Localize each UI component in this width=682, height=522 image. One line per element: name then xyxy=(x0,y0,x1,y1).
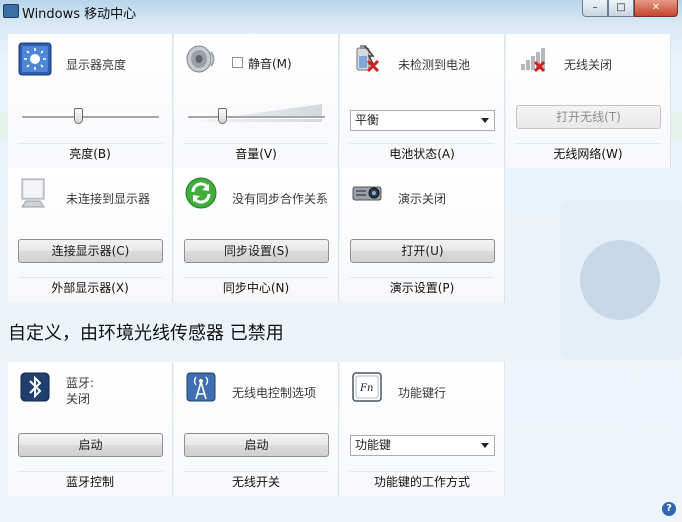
projector-icon[interactable] xyxy=(350,176,384,210)
brightness-title: 亮度(B) xyxy=(18,143,162,164)
volume-slider-thumb[interactable] xyxy=(217,108,227,124)
volume-title: 音量(V) xyxy=(184,143,328,164)
volume-slider-track[interactable] xyxy=(188,116,325,119)
tile-brightness: 显示器亮度 亮度(B) xyxy=(8,34,173,168)
bluetooth-label-line2: 关闭 xyxy=(66,392,91,406)
fn-key-icon[interactable]: Fn xyxy=(350,370,384,404)
close-button[interactable]: ✕ xyxy=(634,0,678,17)
tile-bluetooth: 蓝牙: 关闭 启动 蓝牙控制 xyxy=(8,362,173,496)
turn-on-wireless-button[interactable]: 打开无线(T) xyxy=(516,105,661,129)
radio-label: 无线电控制选项 xyxy=(232,386,317,400)
bluetooth-title: 蓝牙控制 xyxy=(18,471,162,492)
help-icon[interactable]: ? xyxy=(662,502,676,516)
sync-settings-button[interactable]: 同步设置(S) xyxy=(184,239,329,263)
power-plan-select[interactable]: 平衡 xyxy=(350,110,495,131)
wireless-title: 无线网络(W) xyxy=(516,143,660,164)
background-logo xyxy=(580,240,660,320)
radio-title: 无线开关 xyxy=(184,471,328,492)
tile-volume: 静音(M) 音量(V) xyxy=(174,34,339,168)
tile-battery: 未检测到电池 平衡 电池状态(A) xyxy=(340,34,505,168)
minimize-button[interactable]: – xyxy=(582,0,608,17)
tile-wireless: 无线关闭 打开无线(T) 无线网络(W) xyxy=(506,34,671,168)
brightness-icon[interactable] xyxy=(18,42,52,76)
window-title: Windows 移动中心 xyxy=(22,7,137,22)
fnkey-select-value: 功能键 xyxy=(355,438,392,452)
volume-wedge xyxy=(192,104,322,122)
tile-radio-switch: 无线电控制选项 启动 无线开关 xyxy=(174,362,339,496)
radio-tower-icon[interactable] xyxy=(184,370,218,404)
battery-title: 电池状态(A) xyxy=(350,143,494,164)
presentation-label: 演示关闭 xyxy=(398,192,447,206)
turn-on-presentation-button[interactable]: 打开(U) xyxy=(350,239,495,263)
monitor-icon[interactable] xyxy=(18,176,52,210)
mute-checkbox[interactable] xyxy=(232,57,243,68)
sync-label: 没有同步合作关系 xyxy=(232,192,329,206)
custom-section-heading: 自定义，由环境光线传感器 已禁用 xyxy=(8,323,284,344)
tile-external-display: 未连接到显示器 连接显示器(C) 外部显示器(X) xyxy=(8,168,173,302)
brightness-label: 显示器亮度 xyxy=(66,58,127,72)
radio-start-button[interactable]: 启动 xyxy=(184,433,329,457)
tile-function-keys: Fn 功能键行 功能键 功能键的工作方式 xyxy=(340,362,505,496)
brightness-slider-thumb[interactable] xyxy=(73,108,83,124)
battery-missing-icon[interactable] xyxy=(350,42,384,76)
fn-key-text: Fn xyxy=(359,383,373,394)
fnkey-select[interactable]: 功能键 xyxy=(350,435,495,456)
chevron-down-icon xyxy=(481,118,489,123)
tile-sync-center: 没有同步合作关系 同步设置(S) 同步中心(N) xyxy=(174,168,339,302)
app-icon xyxy=(3,4,19,18)
bluetooth-icon[interactable] xyxy=(18,370,52,404)
mute-label[interactable]: 静音(M) xyxy=(248,55,292,72)
sync-title: 同步中心(N) xyxy=(184,277,328,298)
power-plan-value: 平衡 xyxy=(355,113,380,127)
presentation-title: 演示设置(P) xyxy=(350,277,494,298)
brightness-slider-track[interactable] xyxy=(22,116,159,119)
battery-label: 未检测到电池 xyxy=(398,58,471,72)
sync-icon[interactable] xyxy=(184,176,218,210)
wireless-label: 无线关闭 xyxy=(564,58,613,72)
fnkey-title: 功能键的工作方式 xyxy=(350,471,494,492)
tile-presentation: 演示关闭 打开(U) 演示设置(P) xyxy=(340,168,505,302)
chevron-down-icon xyxy=(481,443,489,448)
fnkey-label: 功能键行 xyxy=(398,386,447,400)
window-controls: – □ ✕ xyxy=(582,0,678,18)
speaker-icon[interactable] xyxy=(184,42,218,76)
bluetooth-label-line1: 蓝牙: xyxy=(66,376,95,390)
bluetooth-start-button[interactable]: 启动 xyxy=(18,433,163,457)
title-bar[interactable]: Windows 移动中心 – □ ✕ xyxy=(0,0,682,22)
maximize-button[interactable]: □ xyxy=(608,0,634,17)
display-title: 外部显示器(X) xyxy=(18,277,162,298)
wireless-signal-icon[interactable] xyxy=(516,42,550,76)
connect-display-button[interactable]: 连接显示器(C) xyxy=(18,239,163,263)
display-label: 未连接到显示器 xyxy=(66,192,151,206)
